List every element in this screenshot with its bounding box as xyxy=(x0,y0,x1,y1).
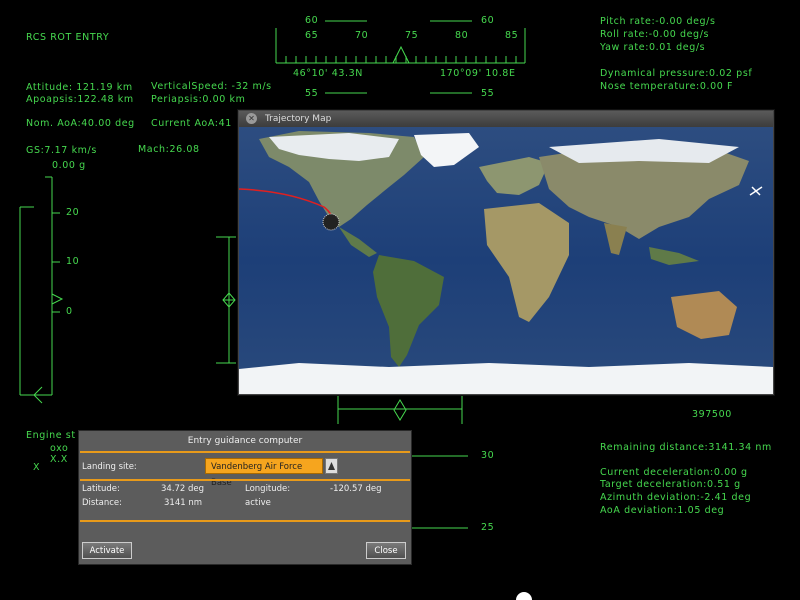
mode-label: RCS ROT ENTRY xyxy=(26,32,110,43)
engine-status-sub: oxo xyxy=(50,443,69,454)
heading-bottom-right: 55 xyxy=(481,88,495,99)
roll-rate-readout: Roll rate:-0.00 deg/s xyxy=(600,29,710,40)
aoa-deviation-readout: AoA deviation:1.05 deg xyxy=(600,505,725,516)
vehicle-position-marker xyxy=(322,213,340,231)
distance-label: Distance: xyxy=(82,498,123,508)
gload-tape xyxy=(19,176,64,404)
attitude-readout: Attitude: 121.19 km xyxy=(26,82,133,93)
landing-site-select[interactable]: Vandenberg Air Force Base xyxy=(205,458,323,488)
window-titlebar[interactable]: ✕ Trajectory Map xyxy=(239,111,773,127)
heading-bottom-left: 55 xyxy=(305,88,319,99)
trajectory-map-window[interactable]: ✕ Trajectory Map xyxy=(238,110,774,395)
landing-site-dropdown-button[interactable] xyxy=(325,458,338,474)
guidance-status: active xyxy=(245,498,271,508)
heading-tick-label: 70 xyxy=(355,30,369,41)
window-title: Trajectory Map xyxy=(265,114,332,124)
ground-speed-readout: GS:7.17 km/s xyxy=(26,145,97,156)
activate-button[interactable]: Activate xyxy=(82,542,132,559)
periapsis-readout: Periapsis:0.00 km xyxy=(151,94,246,105)
longitude-value: -120.57 deg xyxy=(330,484,382,494)
heading-tick-label: 85 xyxy=(505,30,519,41)
vertical-speed-readout: VerticalSpeed: -32 m/s xyxy=(151,81,272,92)
longitude-coordinate: 170°09' 10.8E xyxy=(440,68,516,79)
current-aoa-readout: Current AoA:41 xyxy=(151,118,232,129)
pitch-ladder-label: 30 xyxy=(481,450,495,461)
landing-site-label: Landing site: xyxy=(82,462,137,472)
dialog-divider xyxy=(80,520,410,522)
heading-top-left: 60 xyxy=(305,15,319,26)
gload-tick-label: 0 xyxy=(66,306,73,317)
entry-guidance-dialog[interactable]: Entry guidance computer Landing site: Va… xyxy=(78,430,412,565)
altitude-readout: 397500 xyxy=(692,409,732,420)
heading-top-right: 60 xyxy=(481,15,495,26)
latitude-coordinate: 46°10' 43.3N xyxy=(293,68,364,79)
dialog-title: Entry guidance computer xyxy=(187,436,303,446)
nom-aoa-readout: Nom. AoA:40.00 deg xyxy=(26,118,135,129)
dynamic-pressure-readout: Dynamical pressure:0.02 psf xyxy=(600,68,753,79)
latitude-value: 34.72 deg xyxy=(161,484,205,494)
heading-tick-label: 65 xyxy=(305,30,319,41)
dialog-divider xyxy=(80,451,410,453)
heading-tick-label: 75 xyxy=(405,30,419,41)
apoapsis-readout: Apoapsis:122.48 km xyxy=(26,94,134,105)
current-deceleration-readout: Current deceleration:0.00 g xyxy=(600,467,748,478)
dialog-divider xyxy=(80,479,410,481)
world-map-graphic xyxy=(239,127,773,394)
pitch-ladder-label: 25 xyxy=(481,522,495,533)
longitude-label: Longitude: xyxy=(245,484,291,494)
horizon-marker xyxy=(516,592,532,600)
engine-status-sub: X.X xyxy=(50,454,68,465)
engine-status-sub: X xyxy=(33,462,41,473)
close-button[interactable]: Close xyxy=(366,542,406,559)
distance-value: 3141 nm xyxy=(164,498,203,508)
velocity-bracket xyxy=(216,236,236,364)
remaining-distance-readout: Remaining distance:3141.34 nm xyxy=(600,442,772,453)
yaw-rate-readout: Yaw rate:0.01 deg/s xyxy=(600,42,706,53)
chevron-up-icon xyxy=(328,462,335,470)
engine-status-label: Engine st xyxy=(26,430,76,441)
target-deceleration-readout: Target deceleration:0.51 g xyxy=(600,479,741,490)
gload-readout: 0.00 g xyxy=(52,160,86,171)
mach-readout: Mach:26.08 xyxy=(138,144,200,155)
latitude-label: Latitude: xyxy=(82,484,120,494)
heading-tick-label: 80 xyxy=(455,30,469,41)
gload-tick-label: 20 xyxy=(66,207,80,218)
world-map[interactable] xyxy=(239,127,773,394)
gload-tick-label: 10 xyxy=(66,256,80,267)
pitch-rate-readout: Pitch rate:-0.00 deg/s xyxy=(600,16,716,27)
azimuth-deviation-readout: Azimuth deviation:-2.41 deg xyxy=(600,492,752,503)
close-icon[interactable]: ✕ xyxy=(246,113,257,124)
nose-temperature-readout: Nose temperature:0.00 F xyxy=(600,81,734,92)
